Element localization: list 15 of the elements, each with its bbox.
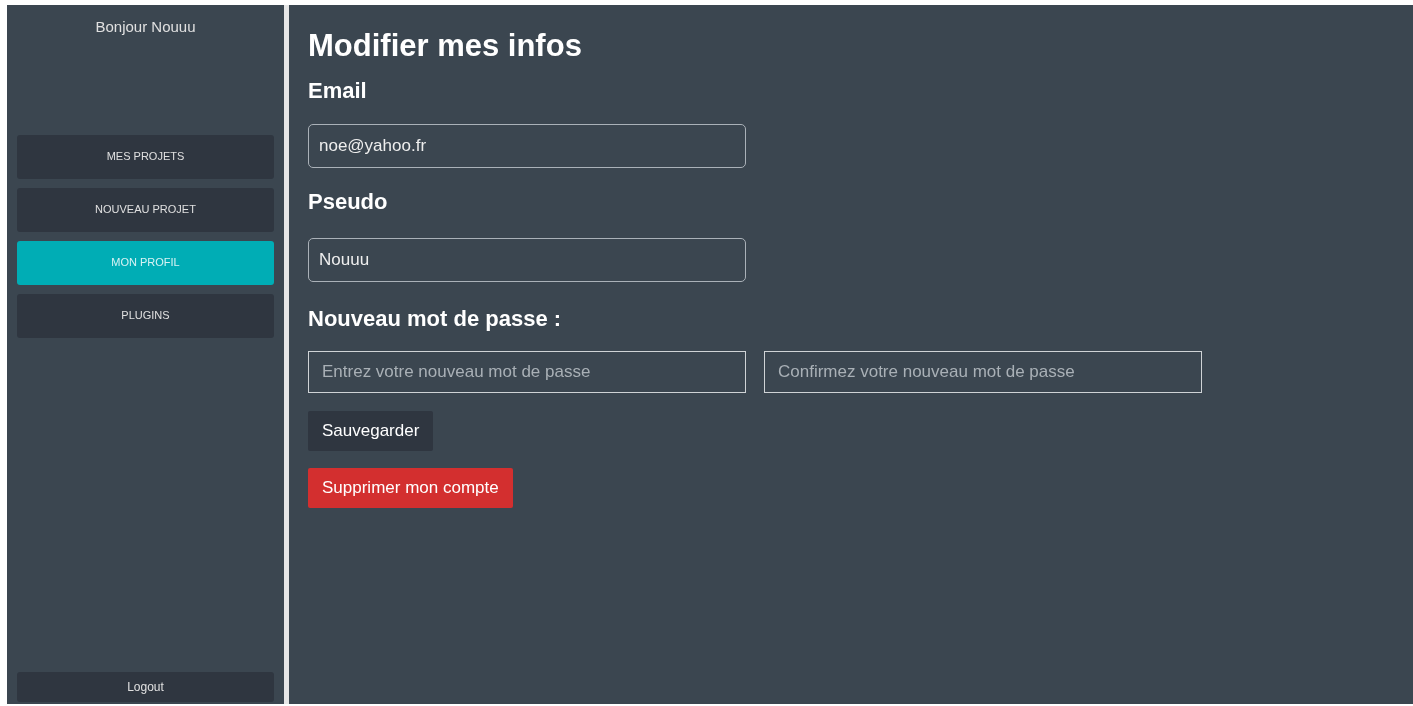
pseudo-field[interactable]: Nouuu bbox=[308, 238, 746, 282]
password-field[interactable]: Confirmez votre nouveau mot de passe bbox=[764, 351, 1202, 393]
password-label: Nouveau mot de passe : bbox=[308, 305, 562, 333]
nav-item[interactable]: NOUVEAU PROJET bbox=[17, 187, 274, 232]
greeting-text: Bonjour Nouuu bbox=[95, 17, 196, 37]
email-field[interactable]: noe@yahoo.fr bbox=[308, 124, 746, 168]
nav-item[interactable]: MES PROJETS bbox=[17, 134, 274, 179]
email-label: Email bbox=[308, 77, 367, 105]
delete-account-button[interactable]: Supprimer mon compte bbox=[308, 468, 513, 508]
save-button[interactable]: Sauvegarder bbox=[308, 411, 434, 451]
nav-item[interactable]: PLUGINS bbox=[17, 293, 274, 338]
logout-button[interactable]: Logout bbox=[17, 672, 274, 702]
page-title: Modifier mes infos bbox=[308, 27, 582, 65]
pseudo-label: Pseudo bbox=[308, 188, 388, 216]
password-field[interactable]: Entrez votre nouveau mot de passe bbox=[308, 351, 746, 393]
